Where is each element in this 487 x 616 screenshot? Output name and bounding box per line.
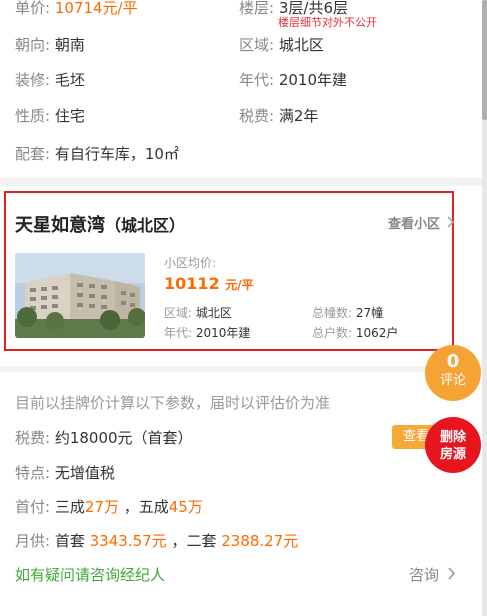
unit-price-label: 单价: xyxy=(15,0,51,17)
chevron-right-icon xyxy=(448,566,456,584)
feature-value: 无增值税 xyxy=(54,464,115,482)
down-30-value: 27万 xyxy=(84,498,119,516)
community-buildings-value: 27幢 xyxy=(355,306,384,320)
monthly-label: 月供: xyxy=(15,532,51,550)
down-30-prefix: 三成 xyxy=(54,498,85,516)
monthly-second-value: 2388.27元 xyxy=(221,532,299,550)
district-row: 区域: 城北区 xyxy=(239,35,324,55)
decoration-value: 毛坯 xyxy=(54,71,85,89)
scrollbar-thumb[interactable] xyxy=(482,0,487,120)
avg-price: 10112 元/平 xyxy=(164,274,254,293)
unit-price-value: 10714元/平 xyxy=(54,0,138,17)
community-photo[interactable] xyxy=(15,253,145,338)
community-households-value: 1062户 xyxy=(355,326,399,340)
property-type-value: 住宅 xyxy=(54,107,85,125)
community-district: 区域: 城北区 xyxy=(164,305,232,321)
year-row: 年代: 2010年建 xyxy=(239,70,347,90)
down-payment-label: 首付: xyxy=(15,498,51,516)
consult-agent-text[interactable]: 如有疑问请咨询经纪人 xyxy=(15,564,165,585)
community-district-value: 城北区 xyxy=(195,306,232,320)
tax-value: 约18000元（首套） xyxy=(54,429,193,447)
tax-row: 税费: 约18000元（首套） xyxy=(15,428,193,448)
facilities-label: 配套: xyxy=(15,145,51,163)
monthly-payment-row: 月供: 首套 3343.57元 ，二套 2388.27元 xyxy=(15,531,298,551)
avg-price-label: 小区均价: xyxy=(164,256,217,270)
tax-label: 税费: xyxy=(15,429,51,447)
community-households-label: 总户数: xyxy=(312,326,353,340)
orientation-label: 朝向: xyxy=(15,36,51,54)
tax-status-row: 税费: 满2年 xyxy=(239,106,318,126)
unit-price-row: 单价: 10714元/平 xyxy=(15,0,138,18)
consult-button[interactable]: 咨询 xyxy=(409,564,456,585)
year-value: 2010年建 xyxy=(278,71,348,89)
community-title: 天星如意湾（城北区） xyxy=(15,211,185,237)
floor-label: 楼层: xyxy=(239,0,275,17)
delete-listing-float-button[interactable]: 删除 房源 xyxy=(425,417,481,473)
feature-row: 特点: 无增值税 xyxy=(15,463,115,483)
view-community-link[interactable]: 查看小区 xyxy=(388,213,455,232)
feature-label: 特点: xyxy=(15,464,51,482)
property-type-label: 性质: xyxy=(15,107,51,125)
down-50-prefix: ，五成 xyxy=(123,498,169,516)
orientation-row: 朝向: 朝南 xyxy=(15,35,85,55)
tax-status-value: 满2年 xyxy=(278,107,319,125)
decoration-label: 装修: xyxy=(15,71,51,89)
down-payment-row: 首付: 三成27万 ，五成45万 xyxy=(15,497,203,517)
facilities-row: 配套: 有自行车库，10㎡ xyxy=(15,144,179,164)
delete-label-line2: 房源 xyxy=(439,447,466,462)
community-buildings: 总幢数: 27幢 xyxy=(312,305,383,321)
decoration-row: 装修: 毛坯 xyxy=(15,70,85,90)
chevron-right-icon xyxy=(446,216,455,232)
community-district-label: 区域: xyxy=(164,306,193,320)
community-year-label: 年代: xyxy=(164,326,193,340)
property-type-row: 性质: 住宅 xyxy=(15,106,85,126)
comment-label: 评论 xyxy=(439,373,466,388)
avg-price-unit: 元/平 xyxy=(225,278,254,292)
consult-label: 咨询 xyxy=(409,566,440,584)
community-name: 天星如意湾 xyxy=(15,215,105,236)
orientation-value: 朝南 xyxy=(54,36,85,54)
monthly-second-prefix: ，二套 xyxy=(171,532,217,550)
monthly-first-prefix: 首套 xyxy=(54,532,85,550)
year-label: 年代: xyxy=(239,71,275,89)
community-year-value: 2010年建 xyxy=(195,326,251,340)
view-community-label: 查看小区 xyxy=(388,217,441,232)
tax-status-label: 税费: xyxy=(239,107,275,125)
district-label: 区域: xyxy=(239,36,275,54)
delete-label-line1: 删除 xyxy=(439,430,466,445)
community-area: （城北区） xyxy=(105,216,186,235)
facilities-value: 有自行车库，10㎡ xyxy=(54,145,179,163)
avg-price-value: 10112 xyxy=(164,274,220,293)
comment-float-button[interactable]: 0 评论 xyxy=(425,345,481,401)
down-50-value: 45万 xyxy=(168,498,203,516)
scrollbar[interactable] xyxy=(482,0,487,616)
comment-count: 0 xyxy=(446,351,460,372)
calculation-note: 目前以挂牌价计算以下参数，届时以评估价为准 xyxy=(15,394,331,412)
monthly-first-value: 3343.57元 xyxy=(89,532,167,550)
community-households: 总户数: 1062户 xyxy=(312,325,398,341)
floor-note: 楼层细节对外不公开 xyxy=(278,16,377,29)
district-value: 城北区 xyxy=(278,36,324,54)
community-buildings-label: 总幢数: xyxy=(312,306,353,320)
community-year: 年代: 2010年建 xyxy=(164,325,250,341)
